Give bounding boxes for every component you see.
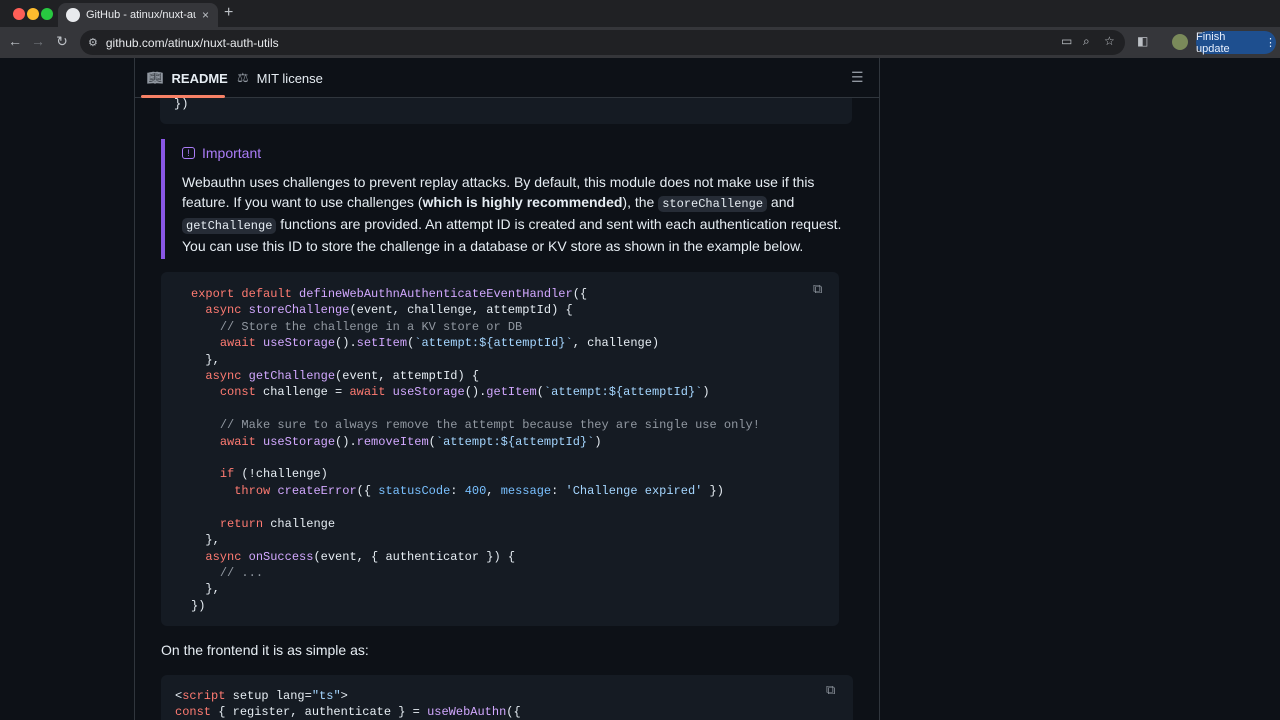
alert-text: and <box>767 194 795 210</box>
outline-list-icon[interactable]: ☰ <box>851 69 864 86</box>
copy-icon[interactable]: ⧉ <box>813 282 829 298</box>
alert-text: ), the <box>622 194 659 210</box>
inline-code: getChallenge <box>182 218 277 234</box>
frontend-code-block: <script setup lang="ts"> const { registe… <box>161 675 853 720</box>
more-menu-icon[interactable]: ⋮ <box>1265 36 1276 49</box>
bookmark-star-icon[interactable]: ☆ <box>1104 34 1115 48</box>
copy-icon[interactable]: ⧉ <box>826 683 842 699</box>
tab-title: GitHub - atinux/nuxt-auth-utils <box>86 9 196 21</box>
site-info-icon[interactable]: ⚙ <box>88 36 98 49</box>
previous-code-tail: }) <box>174 97 189 111</box>
tab-readme-label: README <box>171 70 228 86</box>
alert-title: ! Important <box>182 145 261 161</box>
reload-icon[interactable]: ↻ <box>53 33 71 50</box>
tab-close-icon[interactable]: × <box>202 8 209 22</box>
tab-license-label: MIT license <box>256 70 323 86</box>
browser-toolbar: ← → ↻ ⚙ github.com/atinux/nuxt-auth-util… <box>0 27 1280 58</box>
browser-tab-github[interactable]: GitHub - atinux/nuxt-auth-utils × <box>58 3 218 27</box>
maximize-window-button[interactable] <box>41 8 53 20</box>
report-icon: ! <box>182 147 195 159</box>
browser-chrome: GitHub - atinux/nuxt-auth-utils × + ← → … <box>0 0 1280 58</box>
finish-update-label: Finish update <box>1196 30 1230 55</box>
alert-body: Webauthn uses challenges to prevent repl… <box>182 172 842 256</box>
book-icon: 📖︎ <box>147 70 164 85</box>
tab-readme[interactable]: 📖︎ README <box>147 70 228 86</box>
readme-panel: }) 📖︎ README ⚖ MIT license ☰ ! Important… <box>134 58 880 720</box>
zoom-icon[interactable]: ⌕ <box>1083 34 1090 49</box>
forward-arrow-icon[interactable]: → <box>29 33 47 49</box>
url-text: github.com/atinux/nuxt-auth-utils <box>105 35 279 50</box>
install-app-icon[interactable]: ▭ <box>1061 34 1072 48</box>
alert-text: functions are provided. An attempt ID is… <box>182 216 842 254</box>
tab-license[interactable]: ⚖ MIT license <box>237 70 323 86</box>
alert-title-text: Important <box>202 145 262 161</box>
side-panel-icon[interactable]: ◧ <box>1137 34 1148 48</box>
new-tab-button[interactable]: + <box>224 4 233 22</box>
address-bar[interactable]: ⚙ github.com/atinux/nuxt-auth-utils <box>80 30 1125 55</box>
readme-header: 📖︎ README ⚖ MIT license ☰ <box>135 58 879 98</box>
github-icon <box>66 8 80 22</box>
tab-bar: GitHub - atinux/nuxt-auth-utils × + <box>0 0 1280 27</box>
back-arrow-icon[interactable]: ← <box>6 33 24 49</box>
page-content: }) 📖︎ README ⚖ MIT license ☰ ! Important… <box>0 58 1280 720</box>
frontend-paragraph: On the frontend it is as simple as: <box>161 642 369 658</box>
code-content: export default defineWebAuthnAuthenticat… <box>191 287 760 613</box>
active-tab-underline <box>141 95 225 98</box>
inline-code: storeChallenge <box>658 196 768 212</box>
minimize-window-button[interactable] <box>27 8 39 20</box>
profile-avatar[interactable] <box>1172 34 1188 50</box>
authenticate-code-block: export default defineWebAuthnAuthenticat… <box>161 272 839 626</box>
law-scale-icon: ⚖ <box>237 70 249 85</box>
close-window-button[interactable] <box>13 8 25 20</box>
frontend-code-content: <script setup lang="ts"> const { registe… <box>175 689 521 720</box>
alert-bold-text: which is highly recommended <box>422 194 623 210</box>
important-alert: ! Important Webauthn uses challenges to … <box>161 139 851 259</box>
finish-update-button[interactable]: Finish update ⋮ <box>1196 30 1276 55</box>
